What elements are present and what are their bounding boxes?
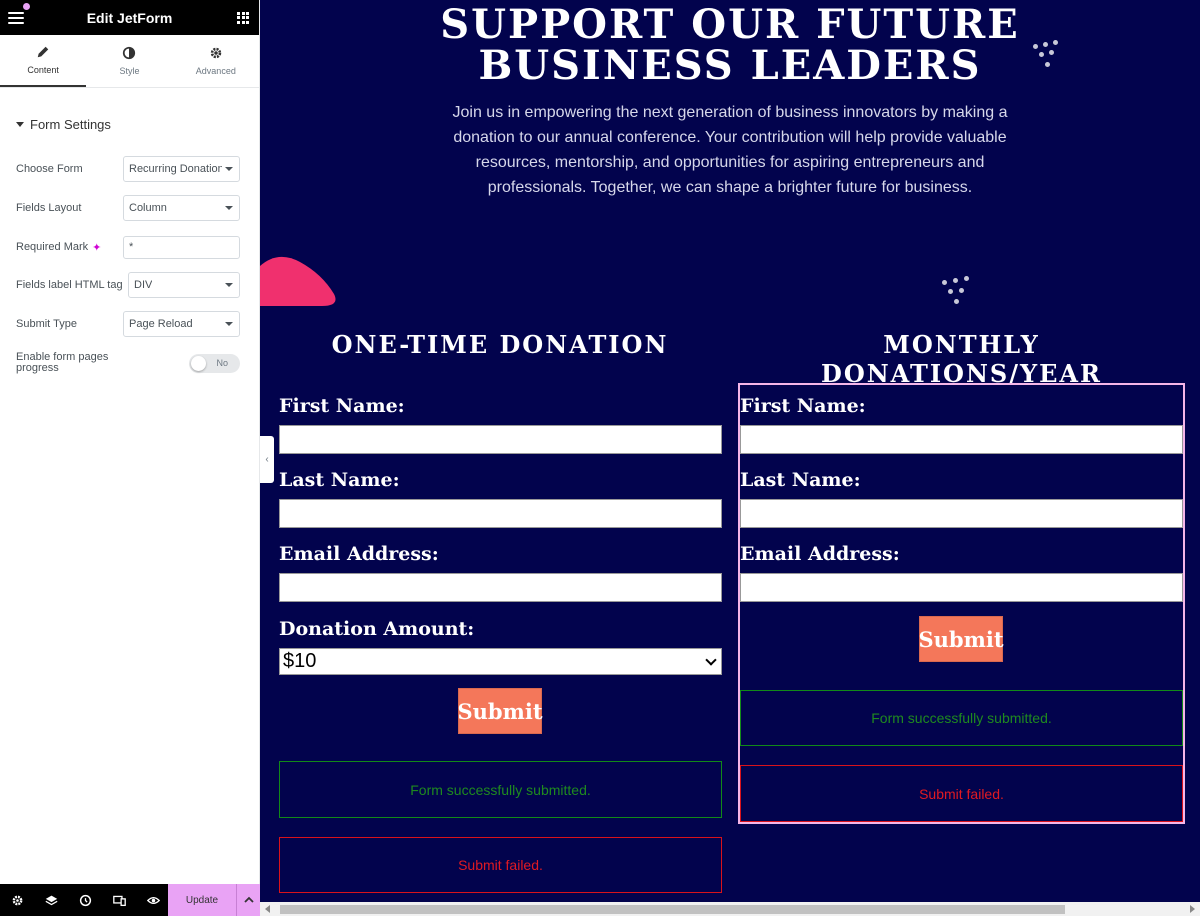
monthly-last-name-label: Last Name:	[740, 469, 861, 491]
pencil-icon	[37, 46, 49, 58]
tab-advanced-label: Advanced	[195, 66, 236, 76]
tab-content-label: Content	[27, 65, 59, 75]
one-time-success-message: Form successfully submitted.	[279, 761, 722, 818]
fields-layout-label: Fields Layout	[16, 202, 82, 214]
chevron-down-icon	[225, 206, 233, 210]
tab-style-label: Style	[119, 66, 140, 76]
control-required-mark: Required Mark ✦ *	[16, 234, 240, 260]
section-title: Form Settings	[30, 117, 111, 132]
one-time-donation-title: ONE-TIME DONATION	[331, 330, 669, 359]
monthly-donations-title: MONTHLY DONATIONS/YEAR	[821, 330, 1102, 388]
required-mark-label-text: Required Mark	[16, 241, 89, 253]
toggle-state: No	[216, 358, 228, 368]
monthly-last-name-input[interactable]	[740, 499, 1183, 528]
panel-header: Edit JetForm	[0, 0, 259, 35]
chevron-down-icon	[225, 167, 233, 171]
one-time-submit-button[interactable]: Submit	[458, 688, 543, 734]
fields-layout-select[interactable]: Column	[123, 195, 240, 221]
panel-tabs: Content Style Advanced	[0, 35, 259, 88]
ai-sparkle-icon[interactable]: ✦	[92, 241, 101, 254]
tab-advanced[interactable]: Advanced	[173, 35, 259, 87]
chevron-down-icon	[705, 653, 717, 666]
one-time-last-name-input[interactable]	[279, 499, 722, 528]
form-pages-progress-toggle[interactable]: No	[189, 353, 240, 373]
decorative-dots	[942, 276, 982, 310]
donation-amount-select[interactable]: $10	[279, 648, 722, 675]
one-time-last-name-label: Last Name:	[279, 469, 400, 491]
choose-form-value: Recurring Donation	[129, 163, 222, 175]
monthly-success-message: Form successfully submitted.	[740, 690, 1183, 746]
submit-type-select[interactable]: Page Reload	[123, 311, 240, 337]
submit-type-value: Page Reload	[129, 318, 193, 330]
update-button[interactable]: Update	[168, 884, 236, 916]
choose-form-label: Choose Form	[16, 163, 83, 175]
history-icon[interactable]	[68, 884, 102, 916]
panel-footer: Update	[0, 884, 260, 916]
menu-icon[interactable]	[8, 2, 30, 24]
control-submit-type: Submit Type Page Reload	[16, 311, 240, 337]
decorative-blob-shape	[260, 256, 336, 306]
notification-dot	[23, 2, 30, 10]
one-time-email-input[interactable]	[279, 573, 722, 602]
section-form-settings[interactable]: Form Settings	[0, 117, 259, 132]
monthly-email-label: Email Address:	[740, 543, 900, 565]
hero-description: Join us in empowering the next generatio…	[452, 104, 1008, 196]
tab-style[interactable]: Style	[86, 35, 172, 87]
required-mark-input[interactable]: *	[123, 235, 240, 259]
gear-icon	[210, 47, 222, 59]
control-fields-layout: Fields Layout Column	[16, 195, 240, 221]
choose-form-select[interactable]: Recurring Donation	[123, 156, 240, 182]
monthly-fail-message: Submit failed.	[740, 765, 1183, 822]
monthly-first-name-label: First Name:	[740, 395, 866, 417]
monthly-submit-button[interactable]: Submit	[919, 616, 1004, 662]
widgets-grid-icon[interactable]	[237, 11, 249, 24]
chevron-left-icon: ‹	[265, 454, 269, 465]
one-time-first-name-input[interactable]	[279, 425, 722, 454]
submit-type-label: Submit Type	[16, 318, 77, 330]
panel-title: Edit JetForm	[86, 9, 173, 26]
scrollbar-thumb[interactable]	[280, 905, 1065, 914]
chevron-up-icon	[243, 896, 254, 903]
donation-amount-value: $10	[283, 650, 317, 672]
fields-layout-value: Column	[129, 202, 167, 214]
monthly-first-name-input[interactable]	[740, 425, 1183, 454]
required-mark-label: Required Mark ✦	[16, 241, 101, 254]
form-pages-progress-label: Enable form pages progress	[16, 351, 109, 374]
decorative-dots	[1033, 38, 1073, 72]
donation-amount-label: Donation Amount:	[279, 618, 475, 640]
responsive-mode-icon[interactable]	[102, 884, 136, 916]
contrast-icon	[123, 46, 136, 60]
fields-label-tag-select[interactable]: DIV	[128, 272, 240, 298]
scroll-left-arrow-icon[interactable]	[265, 905, 270, 913]
collapse-panel-button[interactable]: ‹	[260, 436, 274, 483]
one-time-fail-message: Submit failed.	[279, 837, 722, 893]
control-fields-label-tag: Fields label HTML tag DIV	[16, 272, 240, 298]
update-options-button[interactable]	[236, 884, 260, 916]
horizontal-scrollbar[interactable]	[260, 902, 1200, 916]
chevron-down-icon	[225, 283, 233, 287]
toggle-knob	[191, 355, 206, 371]
scroll-right-arrow-icon[interactable]	[1190, 905, 1195, 913]
caret-down-icon	[16, 122, 24, 127]
fields-label-tag-label: Fields label HTML tag	[16, 279, 123, 291]
page-preview: SUPPORT OUR FUTURE BUSINESS LEADERS Join…	[260, 0, 1200, 916]
one-time-first-name-label: First Name:	[279, 395, 405, 417]
one-time-email-label: Email Address:	[279, 543, 439, 565]
tab-content[interactable]: Content	[0, 35, 87, 87]
monthly-email-input[interactable]	[740, 573, 1183, 602]
settings-gear-icon[interactable]	[0, 884, 34, 916]
control-choose-form: Choose Form Recurring Donation	[16, 156, 240, 182]
control-form-pages-progress: Enable form pages progress No	[16, 350, 240, 376]
chevron-down-icon	[225, 322, 233, 326]
editor-panel: Edit JetForm Content Style Advanced Form…	[0, 0, 260, 916]
fields-label-tag-value: DIV	[134, 279, 153, 291]
layers-icon[interactable]	[34, 884, 68, 916]
preview-eye-icon[interactable]	[136, 884, 170, 916]
